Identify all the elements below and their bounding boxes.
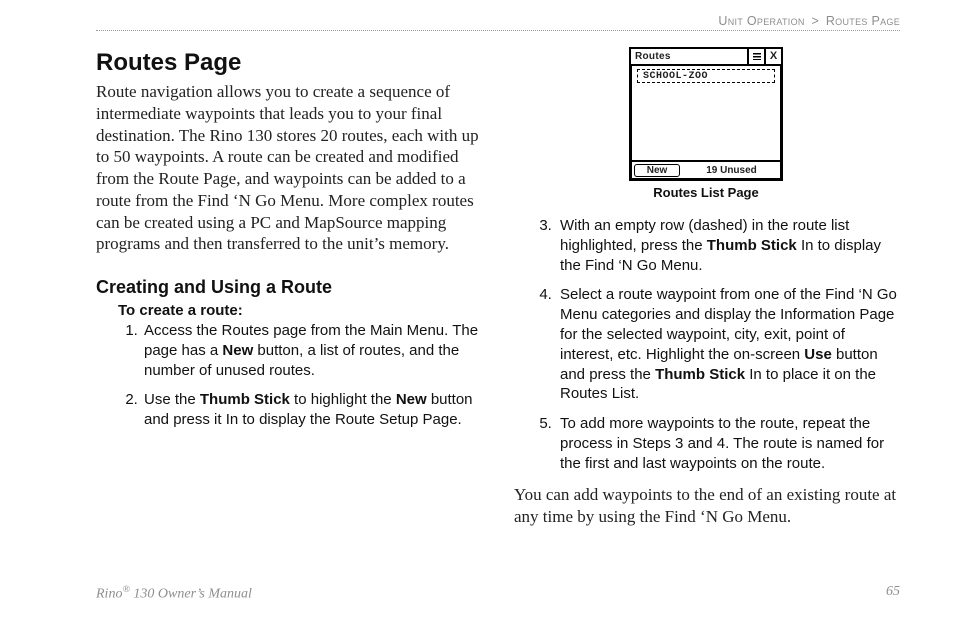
device-body: SCHOOL-ZOO xyxy=(631,66,781,160)
steps-right-list: With an empty row (dashed) in the route … xyxy=(514,216,898,474)
page-title: Routes Page xyxy=(96,49,480,77)
footer-left: Rino® 130 Owner’s Manual xyxy=(96,584,252,603)
device-title: Routes xyxy=(631,49,747,64)
step-4-bold1: Use xyxy=(804,346,832,363)
figure-caption: Routes List Page xyxy=(653,185,758,200)
breadcrumb-section: Unit Operation xyxy=(718,14,804,28)
device-screenshot: Routes X SCHOOL-ZOO New 19 Unused xyxy=(629,47,783,181)
intro-paragraph: Route navigation allows you to create a … xyxy=(96,81,480,255)
step-1: Access the Routes page from the Main Men… xyxy=(142,321,480,380)
section-subtitle: Creating and Using a Route xyxy=(96,277,480,298)
step-5: To add more waypoints to the route, repe… xyxy=(556,414,898,473)
footer-manual: 130 Owner’s Manual xyxy=(130,587,252,602)
device-titlebar: Routes X xyxy=(631,49,781,66)
closing-paragraph: You can add waypoints to the end of an e… xyxy=(514,484,898,528)
content-columns: Routes Page Route navigation allows you … xyxy=(96,43,900,528)
step-2: Use the Thumb Stick to highlight the New… xyxy=(142,390,480,430)
device-footer: New 19 Unused xyxy=(631,160,781,179)
device-new-button: New xyxy=(634,164,680,177)
step-heading: To create a route: xyxy=(118,302,480,319)
device-figure: Routes X SCHOOL-ZOO New 19 Unused Routes… xyxy=(514,47,898,200)
step-3: With an empty row (dashed) in the route … xyxy=(556,216,898,275)
right-column: Routes X SCHOOL-ZOO New 19 Unused Routes… xyxy=(514,43,898,528)
manual-page: Unit Operation > Routes Page Routes Page… xyxy=(0,0,954,621)
breadcrumb-page: Routes Page xyxy=(826,14,900,28)
footer-product: Rino xyxy=(96,587,122,602)
step-2-mid: to highlight the xyxy=(290,391,396,408)
step-2-pre: Use the xyxy=(144,391,200,408)
steps-left-list: Access the Routes page from the Main Men… xyxy=(118,321,480,430)
step-4: Select a route waypoint from one of the … xyxy=(556,285,898,404)
step-3-bold: Thumb Stick xyxy=(707,237,797,254)
step-2-bold2: New xyxy=(396,391,427,408)
device-status: 19 Unused xyxy=(682,162,781,179)
step-4-bold2: Thumb Stick xyxy=(655,366,745,383)
page-footer: Rino® 130 Owner’s Manual 65 xyxy=(96,584,900,603)
step-1-bold: New xyxy=(222,342,253,359)
breadcrumb-sep: > xyxy=(811,14,819,28)
device-route-row: SCHOOL-ZOO xyxy=(637,69,775,83)
left-column: Routes Page Route navigation allows you … xyxy=(96,43,480,528)
menu-icon xyxy=(747,49,764,64)
header-rule xyxy=(96,30,900,31)
breadcrumb: Unit Operation > Routes Page xyxy=(96,14,900,28)
footer-reg: ® xyxy=(122,584,129,595)
step-5-text: To add more waypoints to the route, repe… xyxy=(560,415,884,472)
step-2-bold1: Thumb Stick xyxy=(200,391,290,408)
page-number: 65 xyxy=(886,584,900,603)
close-icon: X xyxy=(764,49,781,64)
